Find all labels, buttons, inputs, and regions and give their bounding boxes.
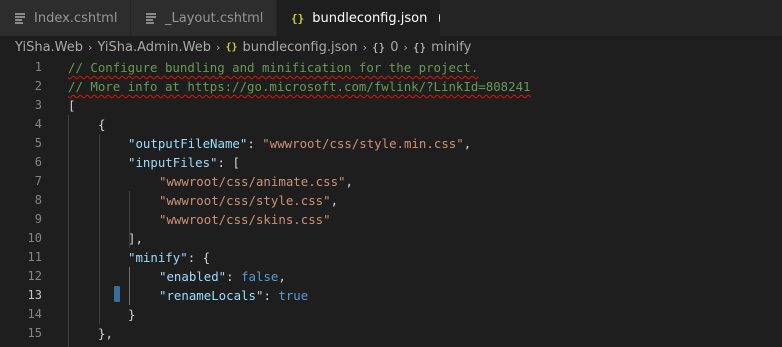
line-number: 3 [34,98,42,112]
code-line-12: "enabled": false, [159,267,286,286]
line-number: 5 [34,136,42,150]
code-line-7: "wwwroot/css/animate.css", [159,172,353,191]
comma: , [463,136,472,151]
tab-label: bundleconfig.json [312,10,428,26]
json-string: "wwwroot/css/style.css" [159,193,331,208]
json-boolean: true [278,288,309,303]
line-number-current: 13 [27,288,42,302]
line-number: 11 [27,250,42,264]
breadcrumb: YiSha.Web › YiSha.Admin.Web › {} bundlec… [0,36,782,58]
punctuation: ], [128,231,143,246]
code-line-11: "minify": { [128,248,210,267]
indent-guide-active [129,267,130,305]
chevron-right-icon: › [403,40,408,54]
line-number: 8 [34,193,42,207]
line-number: 9 [34,212,42,226]
line-number: 15 [27,326,42,340]
lines-icon [13,11,27,25]
json-string: "wwwroot/css/style.min.css" [262,136,464,151]
code-line-4: { [98,115,105,134]
comma: , [345,174,353,189]
line-number: 2 [34,79,42,93]
colon: : [226,269,242,284]
tab-label: Index.cshtml [34,10,118,26]
code-line-3: [ [68,96,75,115]
brace: { [98,117,106,132]
code-line-10: ], [128,229,143,248]
chevron-right-icon: › [88,40,93,54]
line-number: 14 [27,307,42,321]
breadcrumb-item-minify[interactable]: minify [431,40,471,55]
punctuation: : { [187,250,211,265]
code-line-1: // Configure bundling and minification f… [68,58,478,77]
breadcrumb-item-file[interactable]: bundleconfig.json [242,40,357,55]
bracket: [ [68,98,76,113]
code-line-14: } [128,305,135,324]
breadcrumb-item-folder[interactable]: YiSha.Admin.Web [97,40,211,55]
line-number: 12 [27,269,42,283]
punctuation: : [ [217,155,240,170]
json-key: "minify" [128,250,188,265]
brace: } [128,307,136,322]
code-editor[interactable]: 1 2 3 4 5 6 7 8 9 10 11 12 13 14 15 // C… [0,58,782,347]
tab-index-cshtml[interactable]: Index.cshtml [0,0,131,36]
editor-tab-bar: Index.cshtml _Layout.cshtml {} bundlecon… [0,0,782,36]
line-number: 4 [34,117,42,131]
json-key: "outputFileName" [128,136,248,151]
indent-guide [68,115,69,347]
indent-guide [99,134,100,324]
comment: // Configure bundling and minification f… [68,60,479,75]
chevron-right-icon: › [216,40,221,54]
code-line-5: "outputFileName": "wwwroot/css/style.min… [128,134,471,153]
json-key: "inputFiles" [128,155,218,170]
code-line-2: // More info at https://go.microsoft.com… [68,77,531,96]
line-number: 6 [34,155,42,169]
line-number: 7 [34,174,42,188]
comment: // More info at https://go.microsoft.com… [68,79,531,94]
colon: : [247,136,263,151]
code-line-6: "inputFiles": [ [128,153,240,172]
tab-label: _Layout.cshtml [165,10,264,26]
line-number: 1 [34,60,42,74]
object-braces-icon: {} [371,40,386,54]
tab-layout-cshtml[interactable]: _Layout.cshtml [131,0,277,36]
colon: : [263,288,279,303]
code-line-8: "wwwroot/css/style.css", [159,191,338,210]
json-braces-icon: {} [291,11,305,25]
json-boolean: false [241,269,279,284]
breadcrumb-item-project[interactable]: YiSha.Web [15,40,83,55]
code-line-15: }, [98,324,113,343]
code-line-9: "wwwroot/css/skins.css" [159,210,331,229]
json-key: "enabled" [159,269,227,284]
tab-bundleconfig-json[interactable]: {} bundleconfig.json [277,0,441,36]
comma: , [330,193,339,208]
json-string: "wwwroot/css/skins.css" [159,212,331,227]
punctuation: }, [98,326,113,341]
chevron-right-icon: › [362,40,367,54]
breadcrumb-item-array-index[interactable]: 0 [390,40,398,55]
line-number: 10 [27,231,42,245]
comma: , [278,269,286,284]
code-action-lightbulb-icon[interactable] [114,286,120,302]
lines-icon [144,11,158,25]
json-braces-icon: {} [225,41,238,53]
code-line-13: "renameLocals": true [159,286,308,305]
json-string: "wwwroot/css/animate.css" [159,174,346,189]
json-key: "renameLocals" [159,288,264,303]
unsaved-changes-dot-icon[interactable] [439,14,440,22]
object-braces-icon: {} [412,40,427,54]
